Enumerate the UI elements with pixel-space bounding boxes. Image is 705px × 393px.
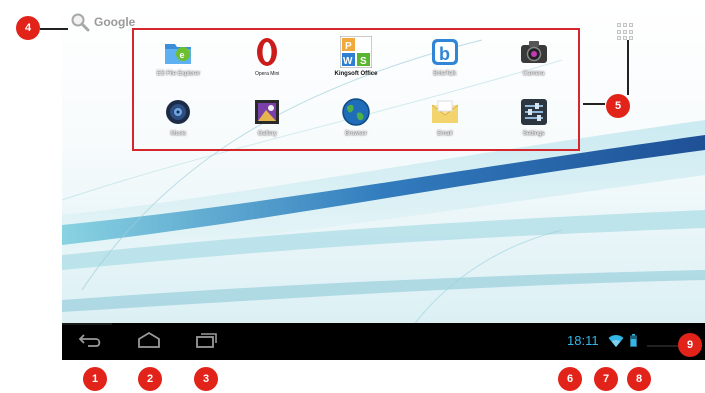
callout-9: 9 bbox=[678, 333, 702, 357]
home-icon bbox=[136, 331, 162, 354]
callout-1: 1 bbox=[83, 367, 107, 391]
callout-leader-5a bbox=[627, 40, 629, 95]
app-label: Email bbox=[437, 130, 453, 137]
callout-8: 8 bbox=[627, 367, 651, 391]
battery-icon[interactable] bbox=[630, 334, 637, 347]
callout-leader-5b bbox=[583, 103, 605, 105]
settings-icon bbox=[518, 96, 550, 128]
app-camera[interactable]: Camera bbox=[489, 30, 578, 90]
app-britetalk[interactable]: b BriteTalk bbox=[400, 30, 489, 90]
navigation-bar: 18:11 bbox=[62, 323, 705, 360]
app-label: BriteTalk bbox=[433, 71, 457, 77]
music-icon bbox=[162, 96, 194, 128]
britetalk-icon: b bbox=[429, 36, 461, 68]
favorites-app-grid: e ES File Explorer Opera Mini P W S King… bbox=[132, 28, 580, 151]
recent-apps-icon bbox=[194, 331, 220, 354]
svg-text:W: W bbox=[343, 56, 353, 67]
app-label: Opera Mini bbox=[254, 71, 280, 77]
callout-leader-9 bbox=[647, 345, 678, 347]
nav-divider bbox=[62, 323, 112, 325]
app-gallery[interactable]: Gallery bbox=[223, 90, 312, 150]
wifi-icon[interactable] bbox=[608, 334, 624, 348]
svg-text:S: S bbox=[360, 56, 367, 67]
callout-4: 4 bbox=[16, 16, 40, 40]
google-search-bar[interactable]: Google bbox=[70, 12, 135, 32]
svg-text:P: P bbox=[345, 41, 352, 52]
app-label: Settings bbox=[522, 130, 545, 137]
app-es-file-explorer[interactable]: e ES File Explorer bbox=[134, 30, 223, 90]
home-button[interactable] bbox=[132, 329, 166, 355]
callout-2: 2 bbox=[138, 367, 162, 391]
app-music[interactable]: Music bbox=[134, 90, 223, 150]
app-opera-mini[interactable]: Opera Mini bbox=[223, 30, 312, 90]
app-email[interactable]: Email bbox=[400, 90, 489, 150]
all-apps-button[interactable] bbox=[617, 23, 635, 41]
back-icon bbox=[78, 331, 104, 354]
callout-leader-4 bbox=[40, 28, 68, 30]
recent-apps-button[interactable] bbox=[190, 329, 224, 355]
gallery-icon bbox=[251, 96, 283, 128]
opera-mini-icon bbox=[251, 36, 283, 68]
back-button[interactable] bbox=[74, 329, 108, 355]
app-label: Music bbox=[170, 130, 187, 137]
status-clock[interactable]: 18:11 bbox=[567, 333, 599, 348]
app-kingsoft-office[interactable]: P W S Kingsoft Office bbox=[312, 30, 401, 90]
app-label: ES File Explorer bbox=[156, 71, 201, 77]
app-label: Browser bbox=[344, 130, 367, 137]
es-file-explorer-icon: e bbox=[162, 36, 194, 68]
kingsoft-office-icon: P W S bbox=[339, 36, 372, 68]
app-browser[interactable]: Browser bbox=[312, 90, 401, 150]
camera-icon bbox=[518, 36, 550, 68]
app-label: Gallery bbox=[257, 130, 277, 137]
callout-6: 6 bbox=[558, 367, 582, 391]
browser-icon bbox=[340, 96, 372, 128]
search-icon bbox=[70, 12, 90, 32]
callout-7: 7 bbox=[594, 367, 618, 391]
callout-5: 5 bbox=[606, 94, 630, 118]
app-label: Kingsoft Office bbox=[334, 71, 378, 77]
callout-3: 3 bbox=[194, 367, 218, 391]
svg-text:e: e bbox=[180, 50, 185, 60]
app-settings[interactable]: Settings bbox=[489, 90, 578, 150]
svg-text:b: b bbox=[439, 44, 450, 64]
app-label: Camera bbox=[522, 71, 545, 77]
email-icon bbox=[429, 96, 461, 128]
google-search-label: Google bbox=[94, 15, 136, 29]
